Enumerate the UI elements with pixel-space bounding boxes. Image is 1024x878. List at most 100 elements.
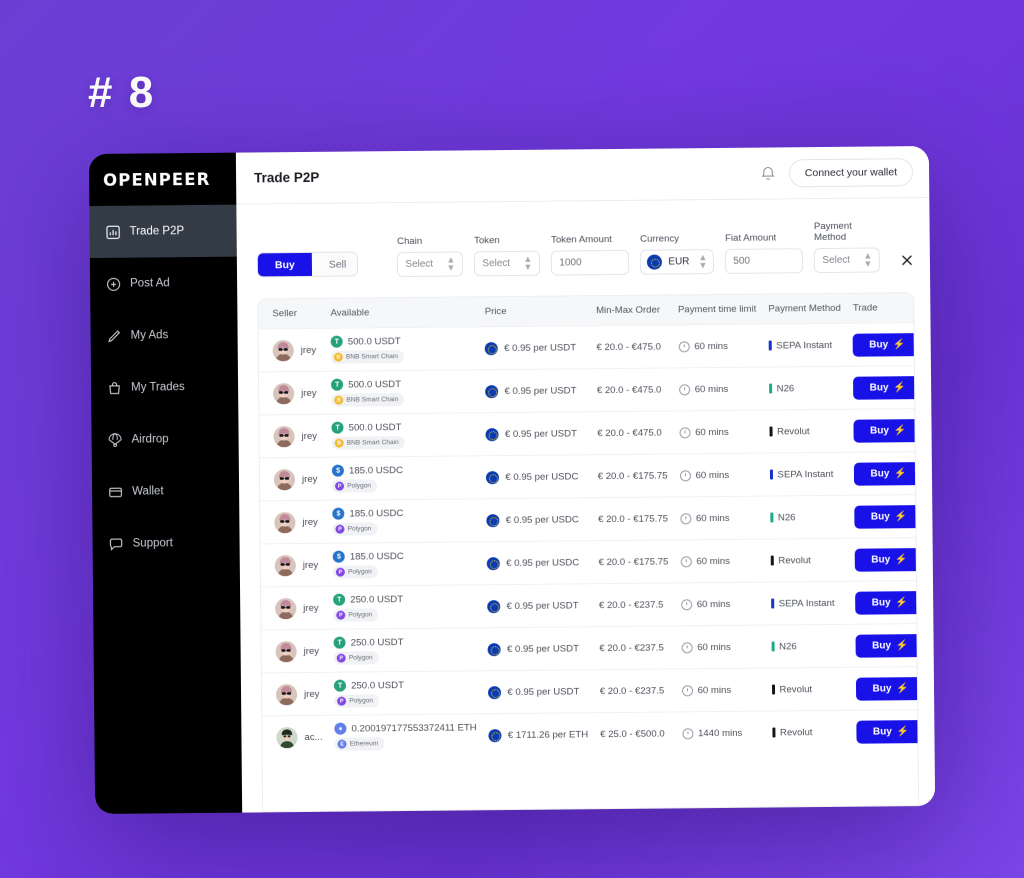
- available: T 500.0 USDT B BNB Smart Chain: [331, 377, 473, 407]
- cell-payment-time-limit: 60 mins: [674, 539, 765, 583]
- available-amount-row: T 250.0 USDT: [334, 678, 476, 692]
- seller: ac...: [276, 726, 323, 748]
- buy-button-label: Buy: [869, 338, 889, 351]
- filter-bar: Buy Sell Chain Select ▲ ▼ Token Select ▲ ▼: [236, 198, 930, 293]
- chain-badge: P Polygon: [333, 608, 379, 622]
- buy-button[interactable]: Buy ⚡: [853, 375, 920, 400]
- buy-button[interactable]: Buy ⚡: [854, 461, 920, 486]
- chain-value: Select: [405, 258, 434, 271]
- token-icon: T: [330, 335, 343, 348]
- cell-trade: Buy ⚡: [846, 322, 920, 367]
- seller-name: jrey: [302, 559, 319, 571]
- chain-icon: B: [334, 395, 344, 405]
- buy-button[interactable]: Buy ⚡: [856, 676, 920, 701]
- buy-button[interactable]: Buy ⚡: [854, 504, 920, 529]
- price: € 0.95 per USDT: [485, 427, 585, 441]
- payment-method-color-bar: [772, 727, 776, 738]
- bolt-icon: ⚡: [893, 424, 907, 436]
- token-amount-input[interactable]: [551, 249, 630, 276]
- avatar: [276, 726, 298, 748]
- time-limit-text: 60 mins: [697, 684, 732, 696]
- time-limit-text: 60 mins: [695, 512, 730, 524]
- cell-available: T 500.0 USDT B BNB Smart Chain: [325, 412, 481, 458]
- bag-icon: [107, 380, 122, 395]
- buy-button[interactable]: Buy ⚡: [853, 332, 920, 357]
- currency-select[interactable]: EUR ▲ ▼: [640, 249, 715, 275]
- table-row[interactable]: jrey $185.0 USDC P Polygon € 0.95 per USDC € …: [260, 537, 920, 587]
- cell-min-max-order: € 20.0 - €175.75: [591, 453, 674, 498]
- table-row[interactable]: jrey T 500.0 USDT B BNB Smart Chain € 0.95 pe…: [258, 365, 920, 415]
- brand-logo[interactable]: OPENPEER: [88, 152, 237, 207]
- sidebar-item-post-ad[interactable]: Post Ad: [90, 257, 237, 310]
- cell-payment-time-limit: 60 mins: [674, 625, 766, 669]
- buy-button-label: Buy: [871, 553, 891, 566]
- payment-time-limit: 60 mins: [679, 512, 758, 524]
- table-row[interactable]: jrey T 500.0 USDT B BNB Smart Chain € 0.95 pe…: [258, 322, 920, 372]
- col-payment-method: Payment Method: [762, 293, 847, 325]
- buy-button[interactable]: Buy ⚡: [855, 547, 920, 572]
- connect-wallet-button[interactable]: Connect your wallet: [788, 157, 914, 187]
- buy-button-label: Buy: [871, 596, 891, 609]
- seller-name: jrey: [303, 645, 320, 657]
- available-amount: 185.0 USDC: [349, 550, 404, 563]
- price: € 0.95 per USDT: [488, 685, 587, 699]
- payment-time-limit: 1440 mins: [681, 727, 760, 739]
- cell-seller: jrey: [260, 543, 328, 587]
- eu-flag-icon: [486, 470, 500, 484]
- time-limit-text: 60 mins: [694, 340, 728, 352]
- buy-tab[interactable]: Buy: [257, 252, 312, 277]
- close-icon[interactable]: [900, 253, 914, 268]
- buy-button[interactable]: Buy ⚡: [855, 633, 920, 658]
- fiat-amount-input[interactable]: [725, 248, 804, 274]
- table-row[interactable]: jrey T 250.0 USDT P Polygon € 0.95 per USDT € …: [261, 580, 920, 630]
- table-row[interactable]: jrey T 250.0 USDT P Polygon € 0.95 per USDT € …: [261, 666, 920, 716]
- time-limit-text: 60 mins: [696, 555, 731, 567]
- sidebar-item-support[interactable]: Support: [92, 517, 239, 570]
- cell-min-max-order: € 20.0 - €237.5: [592, 582, 675, 627]
- token-icon: T: [331, 378, 344, 391]
- buy-button[interactable]: Buy ⚡: [853, 418, 920, 443]
- table-row[interactable]: jrey T 250.0 USDT P Polygon € 0.95 per USDT € …: [261, 623, 920, 673]
- seller: jrey: [273, 425, 319, 447]
- cell-payment-method: Revolut: [766, 710, 852, 754]
- clock-icon: [679, 426, 691, 438]
- chain-name: Ethereum: [349, 740, 379, 748]
- bell-icon[interactable]: [759, 164, 777, 182]
- buy-button[interactable]: Buy ⚡: [856, 719, 920, 744]
- table-row[interactable]: ac... ♦ 0.200197177553372411 ETH E Ethereum €…: [262, 709, 920, 759]
- sell-tab[interactable]: Sell: [311, 252, 359, 276]
- seller-name: jrey: [301, 387, 317, 399]
- sidebar-item-trade-p2p[interactable]: Trade P2P: [89, 204, 237, 259]
- time-limit-text: 1440 mins: [697, 727, 743, 739]
- available-amount-row: ♦ 0.200197177553372411 ETH: [334, 721, 477, 735]
- token-select[interactable]: Select ▲ ▼: [474, 250, 541, 277]
- col-available: Available: [324, 297, 479, 329]
- offers-table: Seller Available Price Min-Max Order Pay…: [258, 293, 920, 759]
- cell-available: $185.0 USDC P Polygon: [326, 498, 481, 544]
- bolt-icon: ⚡: [895, 639, 909, 651]
- cell-price: € 0.95 per USDT: [481, 583, 594, 628]
- table-row[interactable]: jrey $185.0 USDC P Polygon € 0.95 per USDC € …: [260, 494, 920, 544]
- sidebar-item-my-ads[interactable]: My Ads: [90, 309, 237, 362]
- payment-method-select[interactable]: Select ▲ ▼: [814, 247, 881, 274]
- bolt-icon: ⚡: [893, 381, 907, 393]
- chain-select[interactable]: Select ▲ ▼: [397, 251, 464, 278]
- chain-filter: Chain Select ▲ ▼: [397, 235, 464, 278]
- eu-flag-icon: [488, 728, 502, 742]
- sidebar-item-wallet[interactable]: Wallet: [92, 465, 239, 518]
- table-row[interactable]: jrey $185.0 USDC P Polygon € 0.95 per USDC € …: [259, 451, 920, 501]
- sidebar-item-my-trades[interactable]: My Trades: [91, 361, 238, 414]
- chevron-updown-icon: ▲ ▼: [863, 250, 873, 269]
- avatar: [275, 683, 298, 705]
- chain-badge: P Polygon: [332, 479, 378, 493]
- chain-icon: P: [337, 696, 347, 706]
- payment-method-color-bar: [769, 469, 773, 480]
- payment-method-name: Revolut: [778, 554, 811, 566]
- table-row[interactable]: jrey T 500.0 USDT B BNB Smart Chain € 0.95 pe…: [259, 408, 920, 458]
- chart-bar-icon: [106, 224, 121, 239]
- chevron-updown-icon: ▲ ▼: [523, 253, 533, 272]
- sidebar-item-airdrop[interactable]: Airdrop: [91, 413, 238, 466]
- eu-flag-icon: [486, 513, 500, 527]
- chat-bubble-icon: [109, 536, 124, 551]
- buy-button[interactable]: Buy ⚡: [855, 590, 920, 615]
